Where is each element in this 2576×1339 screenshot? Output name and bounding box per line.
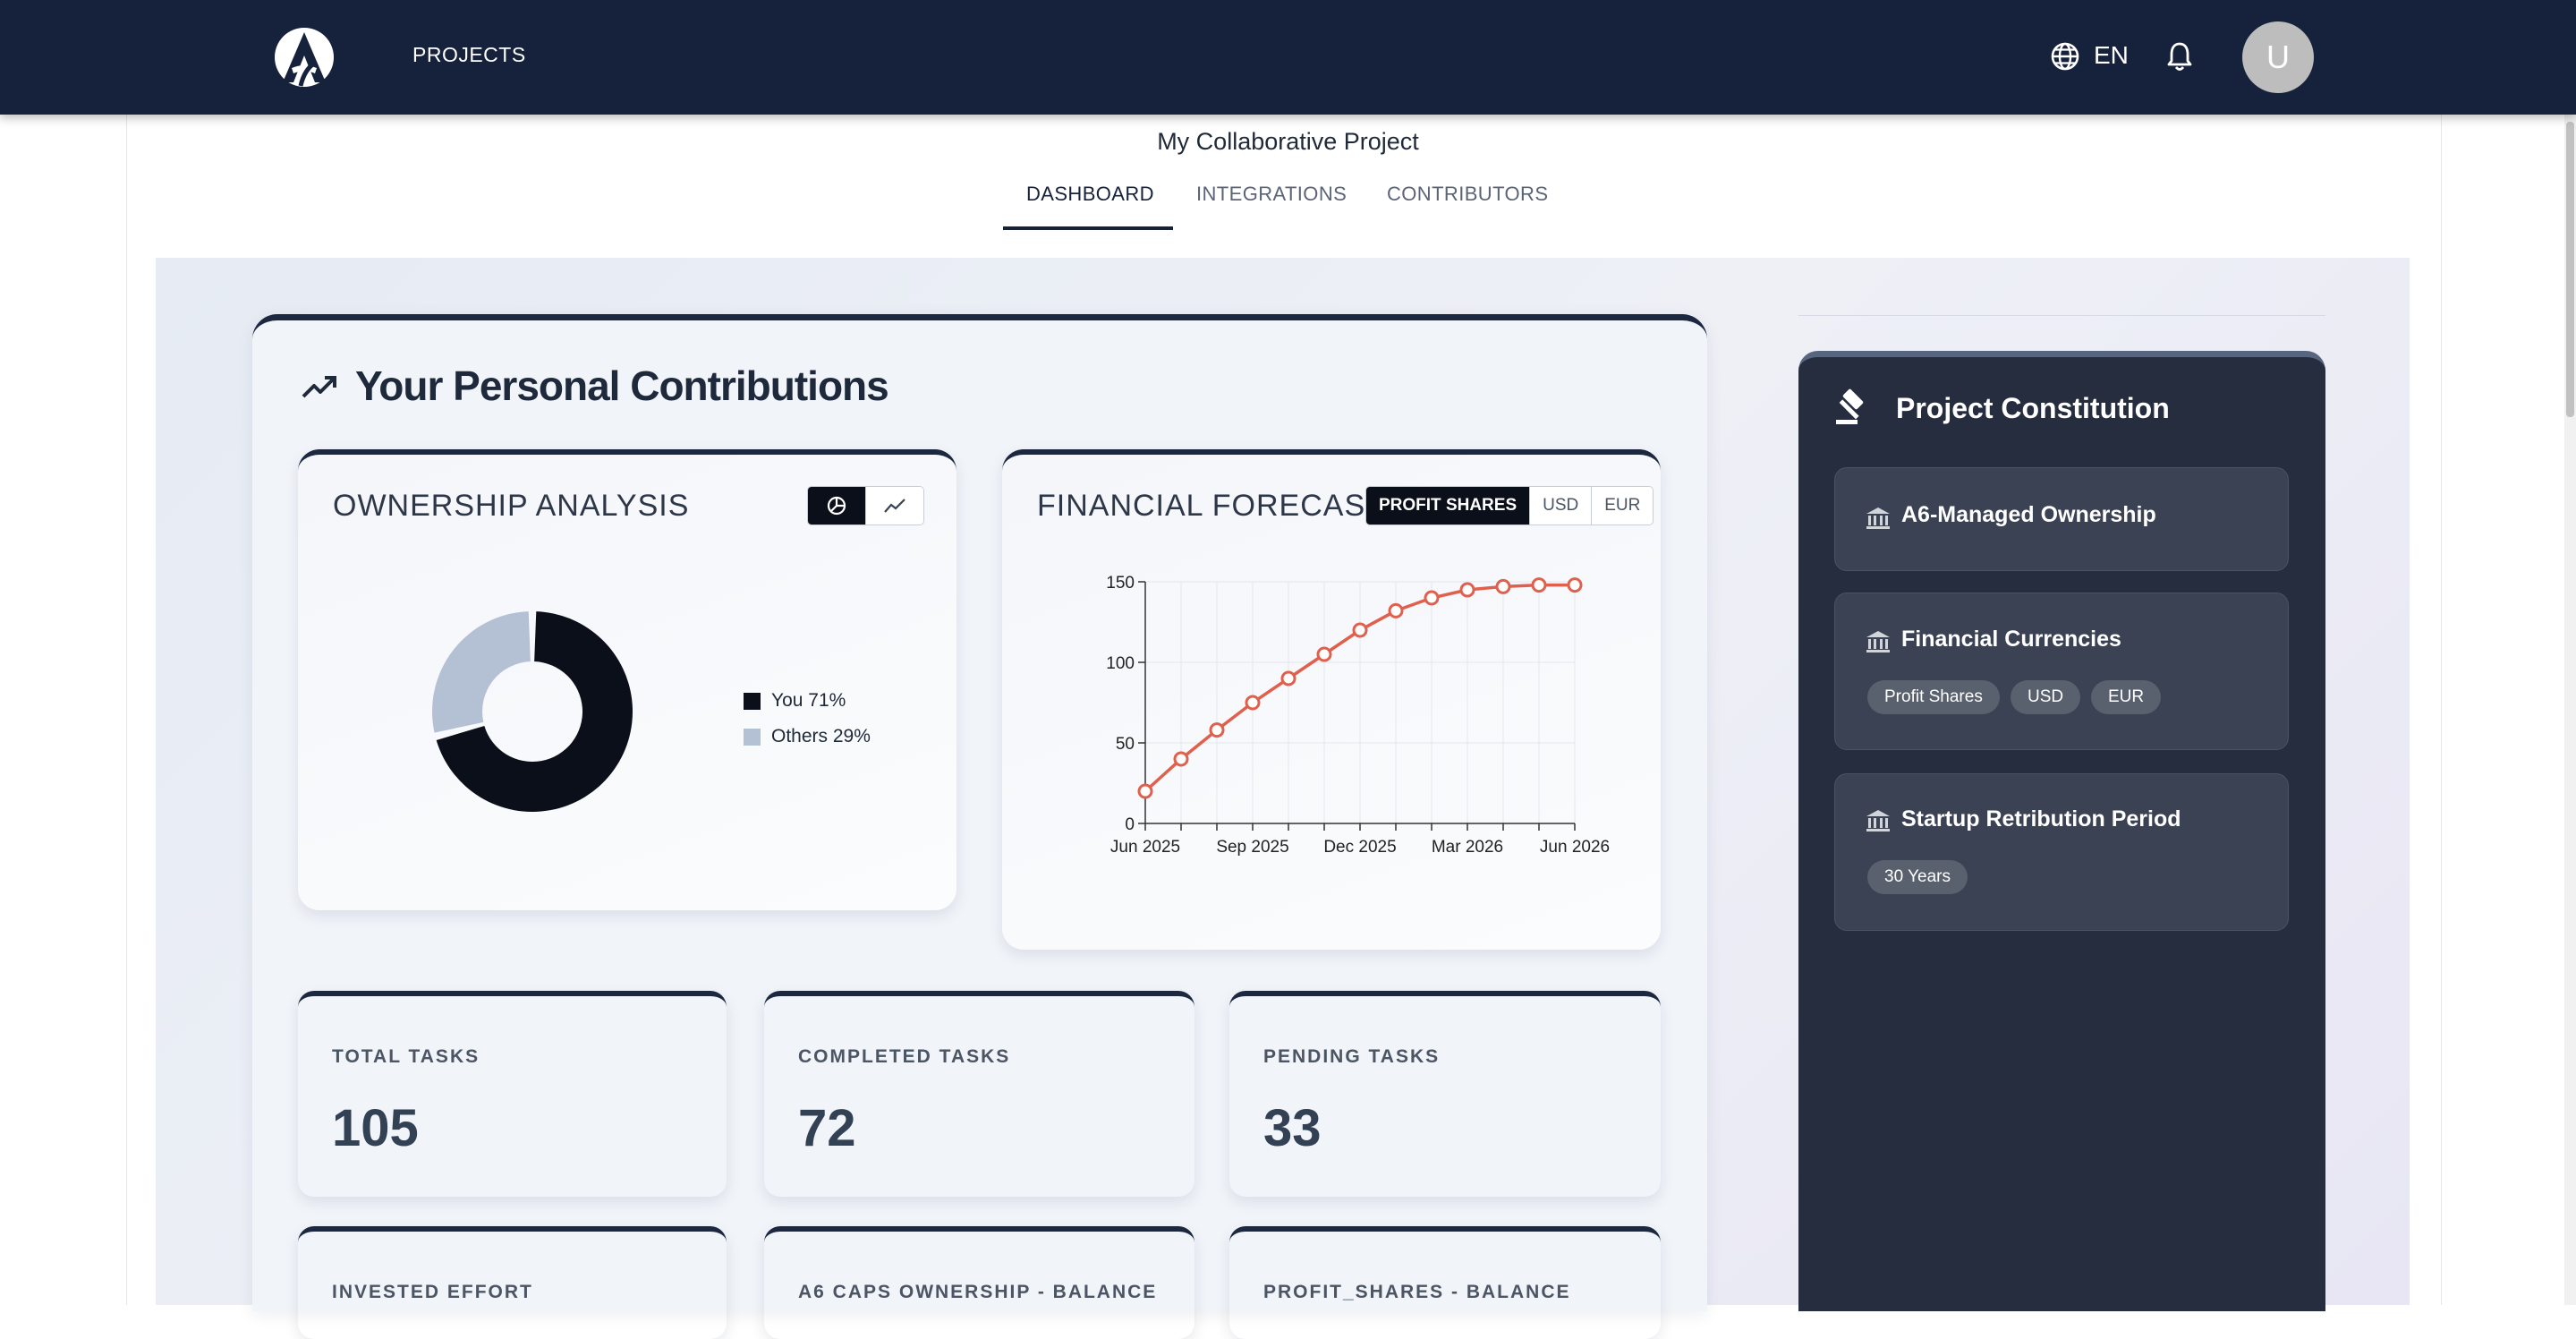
forecast-data-point — [1567, 577, 1583, 593]
stat-label: PENDING TASKS — [1263, 1046, 1441, 1067]
constitution-item-financial-currencies[interactable]: Financial Currencies Profit Shares USD E… — [1834, 593, 2289, 750]
bank-icon — [1866, 631, 1890, 652]
section-divider — [1798, 315, 2325, 316]
tab-dashboard[interactable]: DASHBOARD — [1026, 183, 1154, 206]
forecast-data-point — [1280, 670, 1297, 687]
legend-label-others: Others 29% — [771, 726, 871, 746]
pie-chart-icon — [827, 496, 846, 516]
trending-up-icon — [302, 376, 336, 398]
constitution-item-label: Financial Currencies — [1901, 627, 2121, 652]
legend-item-you: You 71% — [744, 683, 871, 719]
stat-card-invested-effort: INVESTED EFFORT — [298, 1226, 727, 1339]
stat-label: PROFIT_SHARES - BALANCE — [1263, 1282, 1571, 1302]
stat-value: 33 — [1263, 1099, 1322, 1157]
constitution-item-label: Startup Retribution Period — [1901, 806, 2181, 832]
ownership-title: OWNERSHIP ANALYSIS — [333, 489, 690, 523]
stat-label: INVESTED EFFORT — [332, 1282, 533, 1302]
forecast-title: FINANCIAL FORECAST — [1037, 489, 1385, 523]
chip-usd: USD — [2011, 680, 2081, 714]
y-tick-label: 0 — [1125, 815, 1135, 834]
gavel-icon — [1836, 388, 1864, 424]
tab-integrations[interactable]: INTEGRATIONS — [1196, 183, 1347, 206]
forecast-data-point — [1316, 646, 1332, 662]
forecast-data-point — [1209, 722, 1225, 738]
ownership-donut-chart — [432, 611, 633, 812]
stat-label: TOTAL TASKS — [332, 1046, 480, 1067]
ownership-view-toggle — [807, 486, 924, 525]
forecast-data-point — [1424, 590, 1440, 606]
line-chart-icon — [884, 499, 905, 513]
x-tick-label: Jun 2025 — [1110, 838, 1180, 857]
usd-toggle[interactable]: USD — [1529, 487, 1592, 525]
forecast-data-point — [1495, 578, 1511, 594]
globe-icon[interactable] — [2050, 41, 2080, 72]
donut-slice-others — [432, 611, 531, 733]
chip-eur: EUR — [2091, 680, 2162, 714]
stat-card-profit-shares-balance: PROFIT_SHARES - BALANCE — [1229, 1226, 1661, 1339]
y-tick-label: 50 — [1116, 735, 1135, 754]
x-tick-label: Sep 2025 — [1216, 838, 1288, 857]
line-chart-toggle[interactable] — [865, 487, 923, 525]
x-tick-label: Mar 2026 — [1432, 838, 1503, 857]
tab-contributors[interactable]: CONTRIBUTORS — [1387, 183, 1548, 206]
notifications-bell-icon[interactable] — [2164, 40, 2195, 72]
profit-shares-toggle[interactable]: PROFIT SHARES — [1366, 487, 1530, 525]
forecast-data-point — [1173, 751, 1189, 767]
y-tick-label: 150 — [1106, 574, 1135, 593]
forecast-data-point — [1531, 577, 1547, 593]
stat-value: 105 — [332, 1099, 419, 1157]
x-tick-label: Jun 2026 — [1540, 838, 1610, 857]
constitution-item-startup-retribution-period[interactable]: Startup Retribution Period 30 Years — [1834, 773, 2289, 931]
stat-card-completed-tasks: COMPLETED TASKS 72 — [764, 991, 1194, 1197]
currency-toggle: PROFIT SHARES USD EUR — [1365, 486, 1654, 525]
stat-label: COMPLETED TASKS — [798, 1046, 1011, 1067]
project-title: My Collaborative Project — [1157, 128, 1419, 155]
constitution-title: Project Constitution — [1896, 392, 2170, 424]
chip-profit-shares: Profit Shares — [1867, 680, 2000, 714]
nav-projects-link[interactable]: PROJECTS — [412, 43, 526, 67]
forecast-data-point — [1388, 602, 1404, 618]
stat-label: A6 CAPS OWNERSHIP - BALANCE — [798, 1282, 1158, 1302]
top-navigation-bar: PROJECTS EN U — [0, 0, 2576, 115]
constitution-item-label: A6-Managed Ownership — [1901, 502, 2156, 527]
pie-chart-toggle[interactable] — [808, 487, 865, 525]
legend-label-you: You 71% — [771, 690, 846, 711]
language-selector[interactable]: EN — [2094, 41, 2129, 70]
legend-swatch-others — [744, 728, 761, 746]
forecast-data-point — [1137, 783, 1153, 799]
forecast-data-point — [1459, 582, 1475, 598]
forecast-data-point — [1245, 695, 1261, 711]
active-tab-indicator — [1003, 226, 1173, 230]
chip-30-years: 30 Years — [1867, 860, 1968, 894]
page-scrollbar-thumb[interactable] — [2566, 122, 2574, 417]
x-tick-label: Dec 2025 — [1323, 838, 1396, 857]
app-logo-icon[interactable] — [274, 27, 335, 88]
financial-forecast-line-chart: 0 50 100 150 Jun 2025 Sep 2025 Dec 2025 Mar 202… — [1106, 574, 1610, 857]
stat-value: 72 — [798, 1099, 856, 1157]
bank-icon — [1866, 507, 1890, 529]
constitution-item-a6-managed-ownership[interactable]: A6-Managed Ownership — [1834, 467, 2289, 571]
legend-swatch-you — [744, 692, 761, 710]
stat-card-a6-caps-ownership-balance: A6 CAPS OWNERSHIP - BALANCE — [764, 1226, 1194, 1339]
stat-card-total-tasks: TOTAL TASKS 105 — [298, 991, 727, 1197]
bank-icon — [1866, 810, 1890, 832]
stat-card-pending-tasks: PENDING TASKS 33 — [1229, 991, 1661, 1197]
forecast-data-point — [1352, 622, 1368, 638]
legend-item-others: Others 29% — [744, 719, 871, 755]
user-avatar[interactable]: U — [2242, 21, 2314, 93]
y-tick-label: 100 — [1106, 654, 1135, 673]
eur-toggle[interactable]: EUR — [1591, 487, 1654, 525]
contributions-title: Your Personal Contributions — [355, 362, 889, 409]
ownership-legend: You 71% Others 29% — [744, 683, 871, 755]
